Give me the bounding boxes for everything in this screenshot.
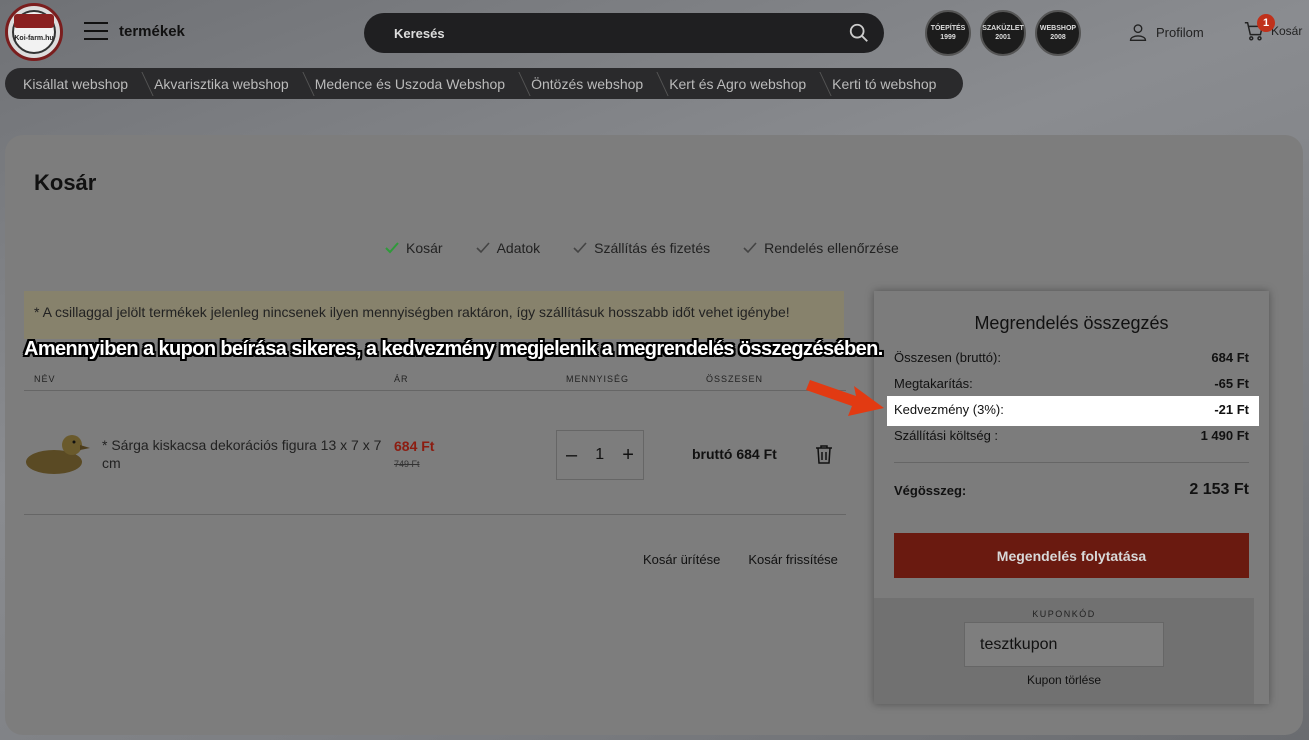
summary-label: Összesen (bruttó): bbox=[894, 350, 1001, 365]
coupon-input[interactable] bbox=[964, 622, 1164, 667]
summary-row-gross: Összesen (bruttó): 684 Ft bbox=[894, 350, 1249, 365]
search-input[interactable] bbox=[394, 23, 834, 43]
row-total: bruttó 684 Ft bbox=[692, 446, 777, 462]
qty-minus-button[interactable]: – bbox=[566, 444, 577, 467]
check-icon bbox=[573, 242, 587, 254]
summary-title: Megrendelés összegzés bbox=[974, 313, 1169, 333]
summary-row-savings: Megtakarítás: -65 Ft bbox=[894, 376, 1249, 391]
nav-item-kert-agro[interactable]: Kert és Agro webshop bbox=[656, 76, 819, 92]
col-header-name: NÉV bbox=[34, 374, 56, 384]
summary-value: -21 Ft bbox=[1214, 402, 1249, 417]
tutorial-caption: Amennyiben a kupon beírása sikeres, a ke… bbox=[24, 338, 883, 360]
order-summary: Megrendelés összegzés Összesen (bruttó):… bbox=[874, 291, 1269, 704]
hamburger-menu-icon[interactable] bbox=[84, 22, 108, 42]
step-szallitas[interactable]: Szállítás és fizetés bbox=[572, 240, 710, 256]
site-logo[interactable]: Koi-farm.hu bbox=[5, 3, 63, 61]
col-header-total: ÖSSZESEN bbox=[706, 374, 764, 384]
product-old-price: 749 Ft bbox=[394, 459, 420, 469]
refresh-cart-button[interactable]: Kosár frissítése bbox=[748, 552, 838, 567]
col-header-qty: MENNYISÉG bbox=[566, 374, 630, 384]
qty-value[interactable]: 1 bbox=[595, 446, 604, 464]
nav-item-kisallat[interactable]: Kisállat webshop bbox=[23, 76, 141, 92]
summary-value: 684 Ft bbox=[1211, 350, 1249, 365]
product-image[interactable] bbox=[24, 427, 92, 477]
cart-label: Kosár bbox=[1271, 24, 1303, 38]
clear-cart-button[interactable]: Kosár ürítése bbox=[643, 552, 720, 567]
step-label: Adatok bbox=[496, 240, 541, 256]
stock-notice: * A csillaggal jelölt termékek jelenleg … bbox=[24, 291, 844, 339]
total-value: 2 153 Ft bbox=[1189, 481, 1249, 498]
trash-icon[interactable] bbox=[815, 444, 833, 464]
badge-line: SZAKÜZLET bbox=[982, 24, 1024, 32]
cart-link[interactable]: 1 Kosár bbox=[1243, 14, 1303, 42]
site-header: Koi-farm.hu termékek TÓEPÍTÉS 1999 SZAKÜ… bbox=[0, 0, 1309, 66]
step-adatok[interactable]: Adatok bbox=[475, 240, 541, 256]
col-header-price: ÁR bbox=[394, 374, 409, 384]
summary-label: Megtakarítás: bbox=[894, 376, 973, 391]
summary-label: Szállítási költség : bbox=[894, 428, 999, 443]
search-bar bbox=[364, 13, 884, 53]
badge-webshop: WEBSHOP 2008 bbox=[1035, 10, 1081, 56]
product-price: 684 Ft bbox=[394, 438, 435, 454]
badge-line: WEBSHOP bbox=[1039, 24, 1077, 32]
badge-line: TÓEPÍTÉS bbox=[930, 24, 966, 32]
quantity-stepper: – 1 + bbox=[556, 430, 644, 480]
checkout-steps: Kosár Adatok Szállítás és fizetés Rendel… bbox=[384, 240, 899, 256]
page-title: Kosár bbox=[34, 170, 97, 195]
step-label: Szállítás és fizetés bbox=[594, 240, 711, 256]
cart-actions: Kosár ürítése Kosár frissítése bbox=[643, 552, 838, 567]
step-kosar[interactable]: Kosár bbox=[384, 240, 443, 256]
badge-year: 1999 bbox=[940, 34, 956, 41]
total-label: Végösszeg: bbox=[894, 482, 967, 498]
continue-order-button[interactable]: Megendelés folytatása bbox=[894, 533, 1249, 578]
coupon-label: KUPONKÓD bbox=[1032, 609, 1096, 619]
check-icon bbox=[385, 242, 399, 254]
menu-label[interactable]: termékek bbox=[119, 23, 185, 40]
step-ellenorzes[interactable]: Rendelés ellenőrzése bbox=[742, 240, 899, 256]
profile-label: Profilom bbox=[1156, 24, 1204, 40]
check-icon bbox=[476, 242, 490, 254]
summary-total: Végösszeg: 2 153 Ft bbox=[894, 481, 1249, 499]
logo-text: Koi-farm.hu bbox=[12, 10, 56, 54]
cart-table-header: NÉV ÁR MENNYISÉG ÖSSZESEN bbox=[24, 372, 846, 391]
search-icon[interactable] bbox=[848, 22, 870, 44]
user-icon bbox=[1129, 24, 1147, 41]
nav-item-ontozes[interactable]: Öntözés webshop bbox=[518, 76, 656, 92]
summary-value: 1 490 Ft bbox=[1200, 428, 1249, 443]
badge-toepites: TÓEPÍTÉS 1999 bbox=[925, 10, 971, 56]
nav-item-akvarisztika[interactable]: Akvarisztika webshop bbox=[141, 76, 302, 92]
cart-count-badge: 1 bbox=[1257, 14, 1275, 32]
summary-value: -65 Ft bbox=[1214, 376, 1249, 391]
summary-row-discount: Kedvezmény (3%): -21 Ft bbox=[894, 402, 1249, 417]
remove-coupon-button[interactable]: Kupon törlése bbox=[874, 673, 1254, 687]
table-row: * Sárga kiskacsa dekorációs figura 13 x … bbox=[24, 405, 846, 515]
coupon-section: KUPONKÓD Kupon törlése bbox=[874, 598, 1254, 704]
profile-link[interactable]: Profilom bbox=[1128, 22, 1204, 42]
qty-plus-button[interactable]: + bbox=[622, 444, 634, 467]
product-name[interactable]: * Sárga kiskacsa dekorációs figura 13 x … bbox=[102, 436, 392, 472]
badge-year: 2001 bbox=[995, 34, 1011, 41]
step-label: Kosár bbox=[406, 240, 443, 256]
nav-item-medence[interactable]: Medence és Uszoda Webshop bbox=[302, 76, 518, 92]
step-label: Rendelés ellenőrzése bbox=[764, 240, 899, 256]
badge-year: 2008 bbox=[1050, 34, 1066, 41]
check-icon bbox=[743, 242, 757, 254]
arrow-annotation-icon bbox=[806, 380, 884, 416]
nav-item-kerti-to[interactable]: Kerti tó webshop bbox=[819, 76, 949, 92]
summary-label: Kedvezmény (3%): bbox=[894, 402, 1004, 417]
category-nav: Kisállat webshop Akvarisztika webshop Me… bbox=[5, 68, 964, 99]
summary-row-shipping: Szállítási költség : 1 490 Ft bbox=[894, 428, 1249, 443]
badge-szakuzlet: SZAKÜZLET 2001 bbox=[980, 10, 1026, 56]
summary-divider bbox=[894, 462, 1249, 463]
